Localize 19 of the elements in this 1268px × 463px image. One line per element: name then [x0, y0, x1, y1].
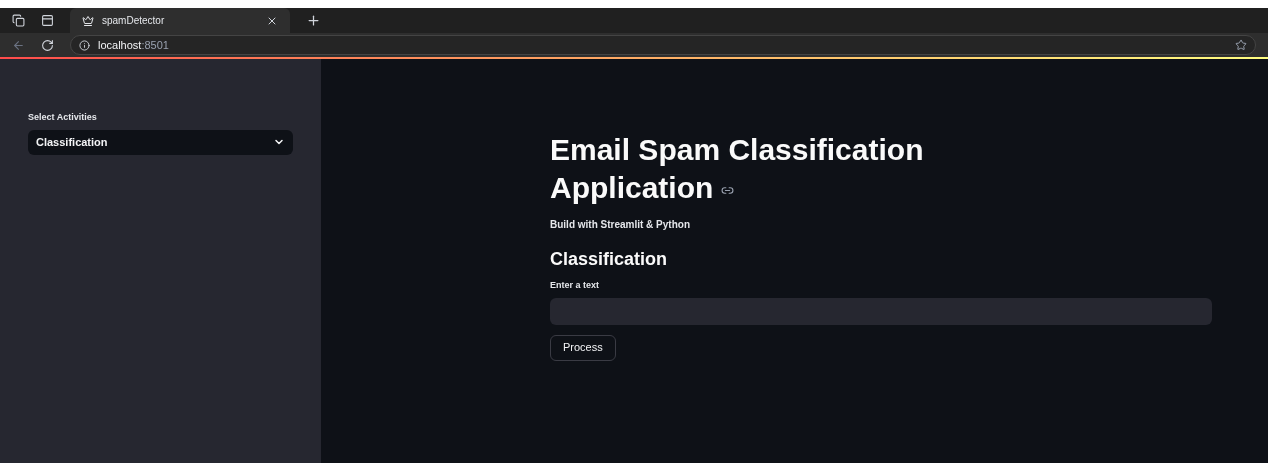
favorite-icon[interactable] [1235, 39, 1247, 51]
process-button[interactable]: Process [550, 334, 616, 361]
input-label: Enter a text [550, 279, 601, 292]
tab-actions-icon[interactable] [12, 14, 25, 27]
reload-icon[interactable] [41, 38, 54, 52]
tab-panel-icon[interactable] [41, 14, 54, 27]
section-heading: Classification [550, 248, 669, 271]
activity-select[interactable]: Classification [28, 129, 293, 155]
select-label: Select Activities [28, 111, 98, 124]
favicon-icon [82, 14, 94, 27]
app-title: Email Spam Classification Application [550, 132, 925, 206]
text-input[interactable] [550, 297, 1212, 325]
back-icon[interactable] [12, 38, 25, 52]
new-tab-icon[interactable] [306, 13, 321, 28]
address-bar[interactable]: localhost:8501 [70, 35, 1256, 55]
subtitle: Build with Streamlit & Python [550, 218, 691, 232]
browser-tab[interactable]: spamDetector [70, 8, 290, 33]
info-icon [79, 39, 90, 51]
url-text: localhost:8501 [98, 37, 170, 53]
